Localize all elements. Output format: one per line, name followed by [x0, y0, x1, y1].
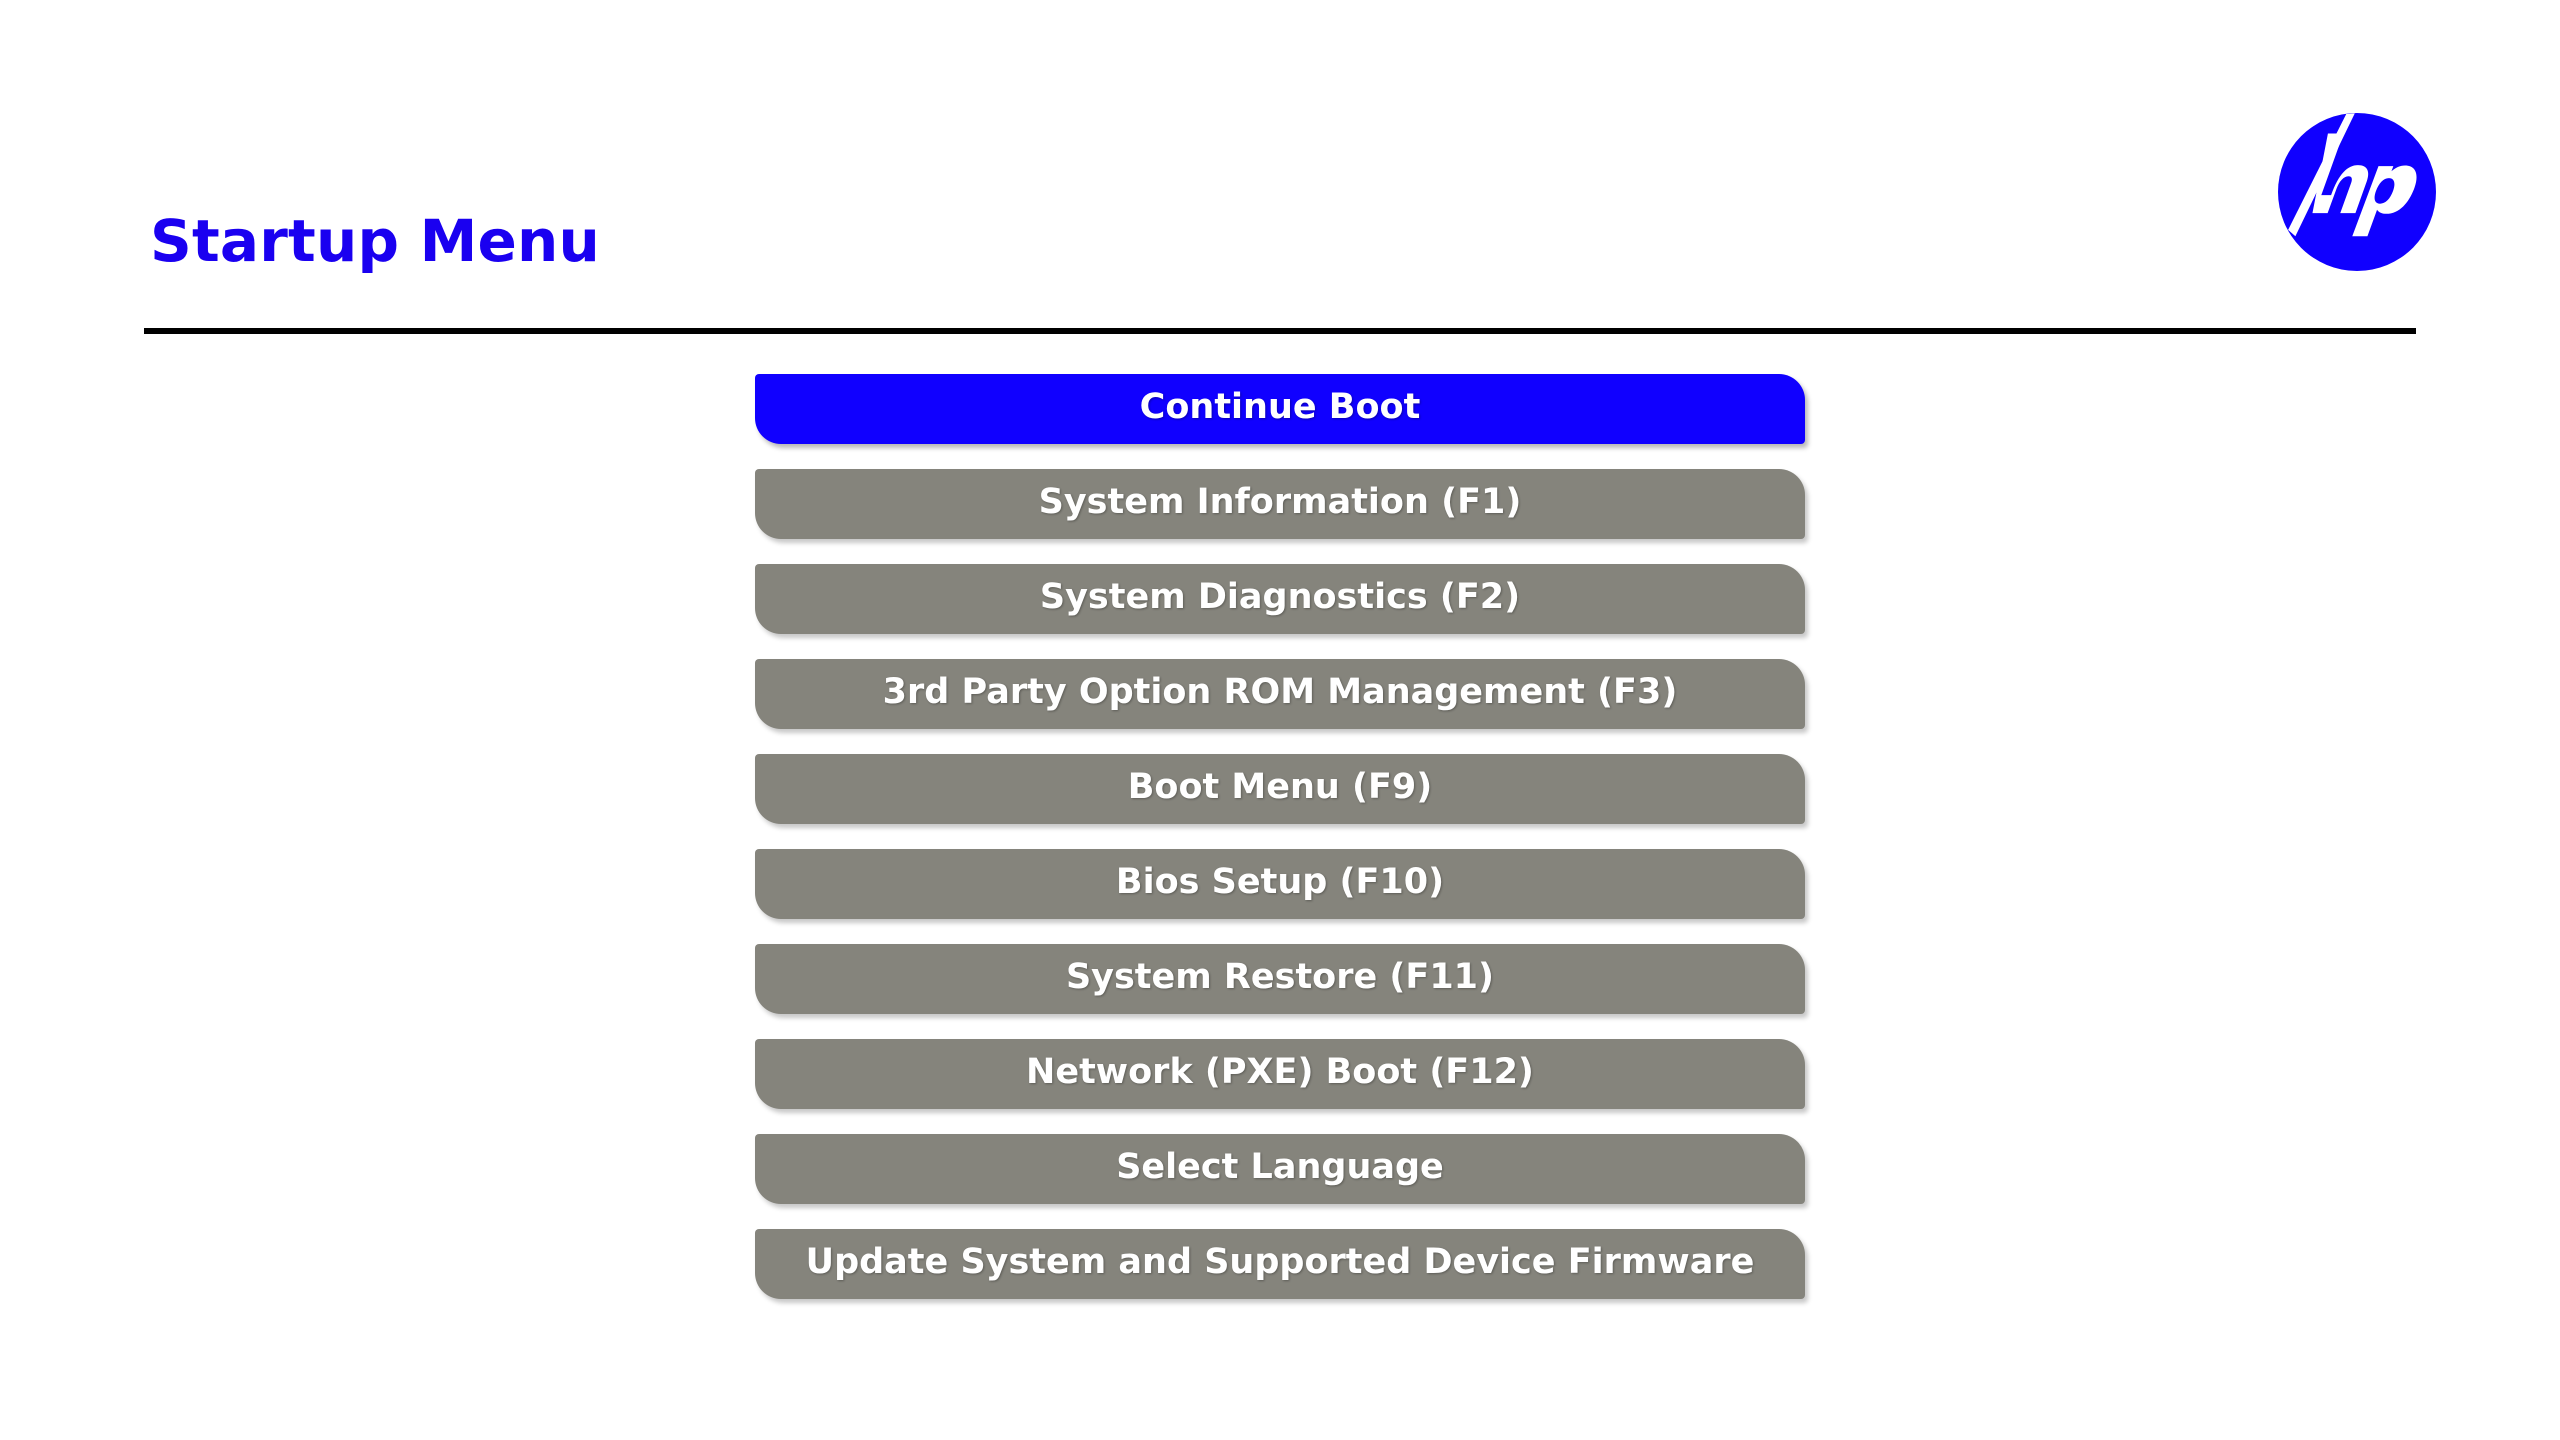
- menu-item[interactable]: Boot Menu (F9): [755, 754, 1805, 824]
- menu-item-label: 3rd Party Option ROM Management (F3): [882, 672, 1678, 712]
- page-title: Startup Menu: [150, 207, 601, 275]
- menu-item-label: Bios Setup (F10): [1115, 862, 1445, 902]
- menu-item-label: System Diagnostics (F2): [1039, 577, 1521, 617]
- menu-item-label: System Restore (F11): [1065, 957, 1495, 997]
- menu-item[interactable]: Bios Setup (F10): [755, 849, 1805, 919]
- menu-item[interactable]: Continue Boot: [755, 374, 1805, 444]
- header-divider: [144, 328, 2416, 334]
- menu-item[interactable]: Network (PXE) Boot (F12): [755, 1039, 1805, 1109]
- menu-item-label: System Information (F1): [1038, 482, 1522, 522]
- menu-item[interactable]: System Information (F1): [755, 469, 1805, 539]
- menu-item[interactable]: Update System and Supported Device Firmw…: [755, 1229, 1805, 1299]
- menu-item-label: Boot Menu (F9): [1127, 767, 1433, 807]
- menu-item-label: Network (PXE) Boot (F12): [1026, 1052, 1534, 1092]
- header: Startup Menu: [0, 0, 2560, 345]
- hp-logo-icon: [2278, 113, 2436, 271]
- menu-item[interactable]: System Restore (F11): [755, 944, 1805, 1014]
- menu-item-label: Update System and Supported Device Firmw…: [805, 1242, 1755, 1282]
- menu-item-label: Continue Boot: [1139, 387, 1421, 427]
- menu-item[interactable]: Select Language: [755, 1134, 1805, 1204]
- menu-item[interactable]: 3rd Party Option ROM Management (F3): [755, 659, 1805, 729]
- menu-item[interactable]: System Diagnostics (F2): [755, 564, 1805, 634]
- menu-item-label: Select Language: [1116, 1147, 1444, 1187]
- startup-menu-list: Continue Boot System Information (F1) Syst…: [755, 374, 1805, 1299]
